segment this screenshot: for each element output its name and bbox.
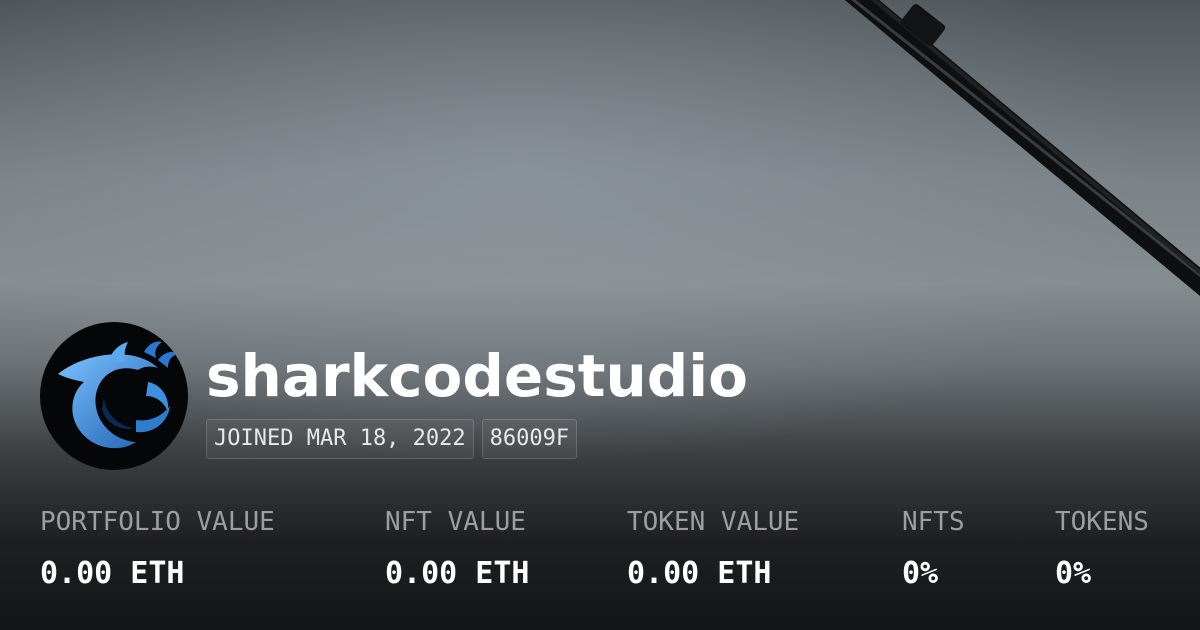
stat-token-value: TOKEN VALUE 0.00 ETH: [627, 504, 799, 594]
stat-tokens: TOKENS 0%: [1055, 504, 1149, 594]
profile-tags: JOINED MAR 18, 2022 86009F: [206, 419, 578, 459]
stat-label: TOKEN VALUE: [627, 507, 800, 537]
stat-label: NFT VALUE: [385, 507, 526, 537]
stat-value: 0%: [902, 556, 939, 591]
stat-value: 0%: [1055, 556, 1092, 591]
stat-label: NFTS: [902, 507, 965, 537]
profile-card: sharkcodestudio JOINED MAR 18, 2022 8600…: [0, 0, 1200, 630]
stat-value: 0.00 ETH: [40, 556, 185, 591]
username: sharkcodestudio: [206, 342, 748, 410]
stat-nft-value: NFT VALUE 0.00 ETH: [385, 504, 530, 594]
stat-value: 0.00 ETH: [627, 556, 772, 591]
stat-portfolio-value: PORTFOLIO VALUE 0.00 ETH: [40, 504, 275, 594]
address-badge[interactable]: 86009F: [481, 419, 578, 459]
stat-label: PORTFOLIO VALUE: [40, 507, 275, 537]
avatar[interactable]: [40, 322, 188, 470]
stat-label: TOKENS: [1055, 507, 1149, 537]
joined-date-badge: JOINED MAR 18, 2022: [206, 419, 474, 459]
stat-nfts: NFTS 0%: [902, 504, 965, 594]
shark-logo-icon: [58, 341, 178, 449]
stat-value: 0.00 ETH: [385, 556, 530, 591]
